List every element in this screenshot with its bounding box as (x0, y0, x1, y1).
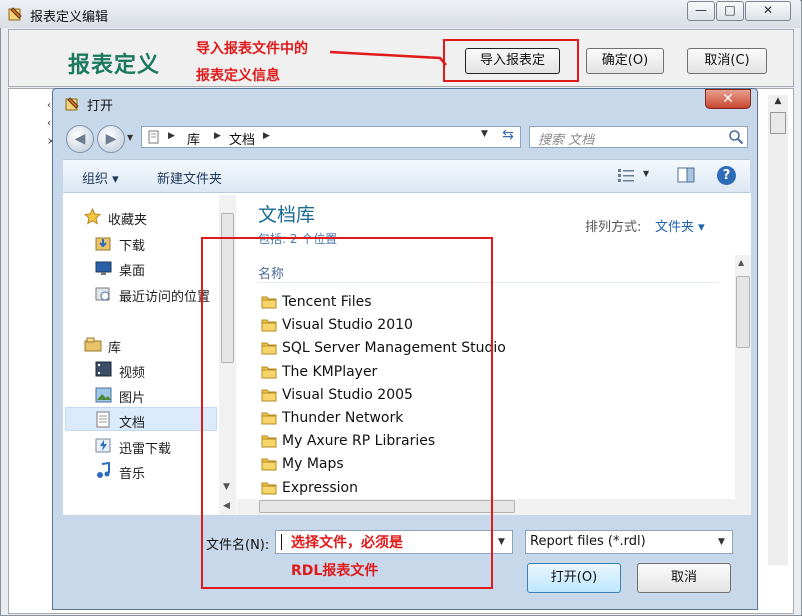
search-placeholder: 搜索 文档 (538, 133, 595, 148)
import-report-button[interactable]: 导入报表定 (465, 48, 560, 74)
window-titlebar: 报表定义编辑 — □ ✕ (0, 0, 800, 28)
favorites-star-icon (84, 208, 101, 225)
nav-recent-places[interactable]: 最近访问的位置 (119, 286, 210, 305)
close-button[interactable]: ✕ (745, 1, 791, 21)
sort-label: 排列方式: (585, 220, 642, 235)
back-arrow-icon: ◀ (74, 131, 86, 147)
help-icon[interactable]: ? (717, 166, 736, 185)
organize-menu[interactable]: 组织 ▾ (82, 168, 119, 187)
downloads-icon (95, 237, 111, 251)
address-dropdown-icon[interactable]: ▼ (481, 129, 488, 139)
desktop-icon (95, 261, 112, 275)
breadcrumb-library[interactable]: 库 (187, 129, 200, 148)
libraries-icon (84, 337, 102, 352)
videos-icon (95, 361, 112, 377)
scroll-up-icon[interactable]: ▲ (738, 258, 744, 267)
file-type-filter-value: Report files (*.rdl) (530, 534, 646, 549)
dialog-close-button[interactable]: ✕ (705, 89, 751, 109)
nav-videos[interactable]: 视频 (119, 362, 145, 381)
music-icon (97, 462, 110, 478)
nav-favorites[interactable]: 收藏夹 (108, 209, 147, 228)
file-annotation-line2: RDL报表文件 (291, 563, 379, 579)
import-annotation-line1: 导入报表文件中的 (196, 41, 308, 57)
nav-documents[interactable]: 文档 (119, 412, 145, 431)
chevron-right-icon: ▶ (214, 131, 221, 141)
row-marker: ‹ (47, 118, 51, 129)
view-dropdown-icon[interactable]: ▼ (643, 169, 649, 178)
library-title: 文档库 (258, 204, 316, 226)
nav-libraries[interactable]: 库 (108, 337, 121, 356)
forward-button[interactable]: ▶ (97, 125, 125, 153)
open-button[interactable]: 打开(O) (527, 563, 621, 593)
forward-arrow-icon: ▶ (105, 131, 117, 147)
filename-dropdown-icon[interactable]: ▼ (498, 537, 505, 547)
filter-dropdown-icon[interactable]: ▼ (718, 537, 725, 547)
recent-places-icon (95, 287, 110, 301)
dialog-title: 打开 (87, 99, 114, 114)
close-icon: ✕ (762, 3, 774, 17)
nav-thunder-downloads[interactable]: 迅雷下载 (119, 438, 171, 457)
maximize-icon: □ (724, 3, 736, 17)
thunder-download-icon (95, 438, 111, 453)
new-folder-button[interactable]: 新建文件夹 (157, 168, 222, 187)
back-button[interactable]: ◀ (66, 125, 94, 153)
chevron-right-icon: ▶ (168, 131, 175, 141)
file-vertical-thumb[interactable] (736, 276, 750, 348)
search-icon[interactable] (728, 129, 744, 145)
editor-scroll-thumb[interactable] (770, 112, 786, 134)
view-mode-icon[interactable] (617, 168, 635, 182)
nav-music[interactable]: 音乐 (119, 463, 145, 482)
scroll-up-icon[interactable]: ▲ (770, 96, 786, 110)
open-icon (65, 97, 79, 111)
nav-desktop[interactable]: 桌面 (119, 260, 145, 279)
nav-downloads[interactable]: 下载 (119, 235, 145, 254)
minimize-button[interactable]: — (687, 1, 715, 21)
report-label: 报表定义 (68, 53, 161, 78)
ok-button[interactable]: 确定(O) (586, 48, 664, 74)
sort-dropdown[interactable]: 文件夹 ▾ (655, 216, 705, 235)
app-icon (8, 7, 22, 21)
nav-pictures[interactable]: 图片 (119, 387, 145, 406)
row-marker: ‹ (47, 100, 51, 111)
preview-pane-icon[interactable] (677, 167, 695, 183)
library-icon (148, 130, 159, 144)
editor-scrollbar[interactable] (768, 95, 788, 565)
documents-icon (96, 411, 110, 428)
refresh-icon[interactable]: ⇆ (496, 127, 520, 147)
dialog-cancel-button[interactable]: 取消 (637, 563, 731, 593)
window-title: 报表定义编辑 (30, 10, 109, 25)
minimize-icon: — (695, 3, 707, 17)
import-annotation-line2: 报表定义信息 (196, 68, 280, 84)
maximize-button[interactable]: □ (716, 1, 744, 21)
history-dropdown-icon[interactable]: ▼ (127, 133, 133, 142)
pictures-icon (95, 387, 112, 403)
file-annotation-line1: 选择文件，必须是 (291, 535, 403, 551)
breadcrumb-documents[interactable]: 文档 (229, 129, 255, 148)
cancel-button[interactable]: 取消(C) (687, 48, 767, 74)
chevron-right-icon: ▶ (263, 131, 270, 141)
